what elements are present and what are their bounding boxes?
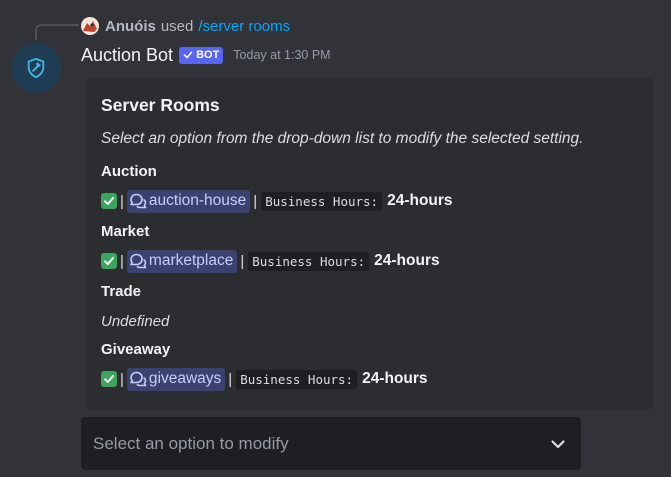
embed-field-market: Market | marketplace | Business Hours: 2…	[101, 223, 440, 273]
option-select-menu[interactable]: Select an option to modify	[81, 417, 581, 470]
channel-name: auction-house	[148, 192, 247, 209]
reply-connector	[35, 24, 79, 40]
field-name: Auction	[101, 163, 157, 180]
embed-field-trade: Trade Undefined	[101, 283, 169, 333]
check-mark-icon	[101, 193, 117, 209]
separator: |	[240, 252, 245, 270]
channel-mention[interactable]: auction-house	[126, 189, 251, 213]
embed-card: Server Rooms Select an option from the d…	[86, 78, 653, 409]
separator: |	[120, 192, 124, 210]
command-name[interactable]: /server rooms	[198, 18, 290, 35]
field-name: Trade	[101, 283, 142, 300]
embed-description: Select an option from the drop-down list…	[101, 130, 584, 147]
business-hours-value: 24-hours	[374, 252, 440, 269]
separator: |	[120, 370, 124, 388]
reply-used-text: used	[160, 17, 194, 35]
bot-tag-label: BOT	[196, 49, 220, 61]
channel-mention[interactable]: marketplace	[126, 249, 238, 273]
chevron-down-icon	[551, 439, 565, 448]
embed-title: Server Rooms	[101, 95, 220, 115]
field-value: | marketplace | Business Hours: 24-hours	[101, 249, 440, 273]
bot-username[interactable]: Auction Bot	[81, 45, 173, 66]
field-value: Undefined	[101, 312, 170, 330]
business-hours-label: Business Hours:	[248, 251, 370, 271]
business-hours-value: 24-hours	[362, 370, 428, 387]
channel-name: marketplace	[148, 252, 234, 269]
reply-username[interactable]: Anuóis	[105, 18, 156, 35]
business-hours-label: Business Hours:	[261, 191, 383, 211]
field-name: Giveaway	[101, 341, 171, 358]
separator: |	[120, 252, 124, 270]
field-name: Market	[101, 223, 150, 240]
command-reply: Anuóis used /server rooms	[81, 16, 290, 36]
channel-mention[interactable]: giveaways	[126, 367, 226, 391]
verified-check-icon	[183, 51, 193, 59]
bot-tag: BOT	[179, 46, 224, 64]
check-mark-icon	[101, 253, 117, 269]
select-placeholder: Select an option to modify	[93, 433, 289, 453]
forum-channel-icon	[130, 371, 147, 387]
forum-channel-icon	[130, 193, 147, 209]
channel-name: giveaways	[148, 370, 222, 387]
field-value: | auction-house | Business Hours: 24-hou…	[101, 189, 453, 213]
message-timestamp[interactable]: Today at 1:30 PM	[233, 48, 330, 62]
embed-field-giveaway: Giveaway | giveaways | Business Hours: 2…	[101, 341, 428, 391]
business-hours-value: 24-hours	[387, 192, 453, 209]
bot-avatar[interactable]	[11, 43, 61, 93]
field-value: | giveaways | Business Hours: 24-hours	[101, 367, 428, 391]
business-hours-label: Business Hours:	[236, 369, 358, 389]
separator: |	[253, 192, 258, 210]
message-header: Auction Bot BOT Today at 1:30 PM	[81, 43, 331, 67]
separator: |	[228, 370, 233, 388]
shield-hammer-icon	[27, 57, 45, 79]
forum-channel-icon	[130, 253, 147, 269]
check-mark-icon	[101, 371, 117, 387]
embed-field-auction: Auction | auction-house | Business Hours…	[101, 163, 453, 213]
user-avatar[interactable]	[81, 17, 99, 35]
